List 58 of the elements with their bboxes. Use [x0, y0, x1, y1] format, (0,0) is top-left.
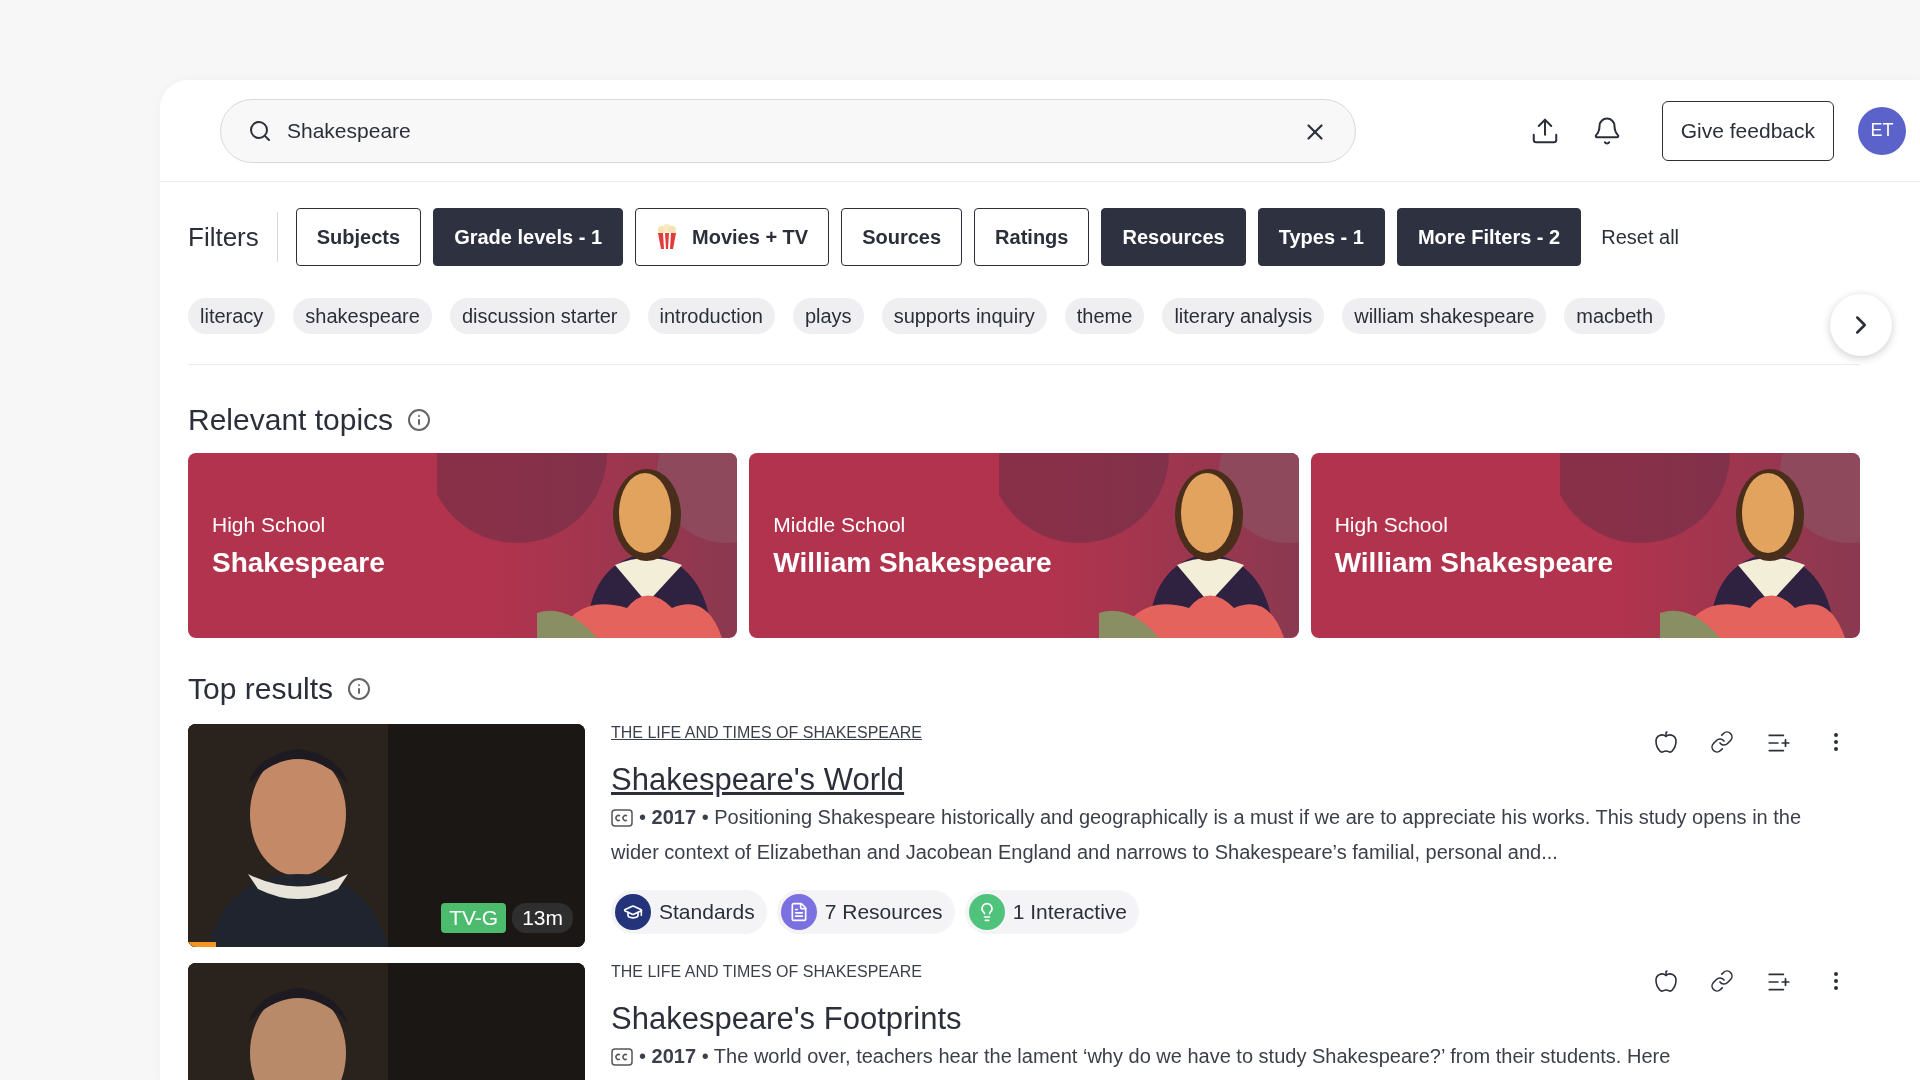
filter-button[interactable]: Types - 1 [1257, 208, 1385, 266]
resource-pill[interactable]: 7 Resources [776, 889, 955, 934]
captions-icon [611, 809, 633, 828]
standards-icon [615, 893, 651, 930]
topic-level: High School [1334, 512, 1449, 537]
filter-button[interactable]: Movies + TV [635, 208, 830, 266]
topic-level: Middle School [773, 512, 907, 537]
tag-chip[interactable]: discussion starter [449, 298, 630, 334]
filter-button[interactable]: Ratings [974, 208, 1090, 266]
filter-button[interactable]: Grade levels - 1 [433, 208, 623, 266]
apple-icon[interactable] [1654, 969, 1678, 993]
filter-button[interactable]: More Filters - 2 [1396, 208, 1582, 266]
interactive-icon [968, 893, 1005, 930]
tag-chip[interactable]: macbeth [1564, 298, 1666, 334]
rating-badge: TV-G [441, 903, 507, 933]
filters-label: Filters [188, 212, 278, 262]
link-icon[interactable] [1710, 969, 1734, 993]
topic-level: High School [212, 512, 327, 537]
info-icon[interactable] [407, 408, 432, 432]
resource-pill[interactable]: Standards [611, 889, 767, 934]
topic-card[interactable]: High School William Shakespeare [1310, 453, 1860, 638]
topic-title: William Shakespeare [1334, 546, 1614, 579]
result-title[interactable]: Shakespeare's World [611, 762, 1860, 798]
tag-chip[interactable]: william shakespeare [1342, 298, 1547, 334]
filter-button[interactable]: Sources [841, 208, 963, 266]
series-link[interactable]: THE LIFE AND TIMES OF SHAKESPEARE [611, 963, 922, 981]
duration-badge: 13m [512, 903, 573, 933]
filter-button[interactable]: Subjects [295, 208, 422, 266]
popcorn-icon [656, 224, 678, 250]
section-heading: Relevant topics [188, 403, 394, 437]
resource-pill[interactable]: 1 Interactive [964, 889, 1140, 934]
feedback-button[interactable]: Give feedback [1661, 100, 1834, 161]
search-field[interactable]: Shakespeare [220, 98, 1356, 163]
reset-link[interactable]: Reset all [1601, 225, 1680, 249]
tag-chip[interactable]: introduction [647, 298, 775, 334]
avatar[interactable]: ET [1858, 106, 1906, 155]
link-icon[interactable] [1710, 730, 1734, 754]
filter-button[interactable]: Resources [1101, 208, 1246, 266]
tag-chip[interactable]: theme [1064, 298, 1145, 334]
tag-chip[interactable]: literary analysis [1162, 298, 1325, 334]
topic-card[interactable]: High School Shakespeare [188, 453, 738, 638]
tag-chip[interactable]: supports inquiry [881, 298, 1047, 334]
resources-icon [780, 893, 817, 930]
result-title[interactable]: Shakespeare's Footprints [611, 1001, 1860, 1037]
apple-icon[interactable] [1654, 730, 1678, 754]
tag-chip[interactable]: literacy [188, 298, 276, 334]
tag-chip[interactable]: shakespeare [293, 298, 432, 334]
topic-card[interactable]: Middle School William Shakespeare [749, 453, 1299, 638]
search-icon [248, 118, 272, 143]
tag-chip[interactable]: plays [792, 298, 864, 334]
section-heading: Top results [188, 672, 334, 706]
series-link[interactable]: THE LIFE AND TIMES OF SHAKESPEARE [611, 724, 922, 742]
result-description: • 2017 • Positioning Shakespeare historically and geographically is a must if we are to appreciate his works. This study opens in the wider context of Elizabethan and Jacobean England and narrows to Shakespeare’s familial, personal and... [611, 804, 1803, 865]
info-icon[interactable] [347, 677, 372, 701]
topic-title: William Shakespeare [773, 546, 1053, 579]
result-description: • 2017 • The world over, teachers hear the lament ‘why do we have to study Shakespeare?’ from their students. Here [611, 1038, 1806, 1074]
captions-icon [611, 1048, 633, 1067]
topic-title: Shakespeare [212, 546, 386, 579]
